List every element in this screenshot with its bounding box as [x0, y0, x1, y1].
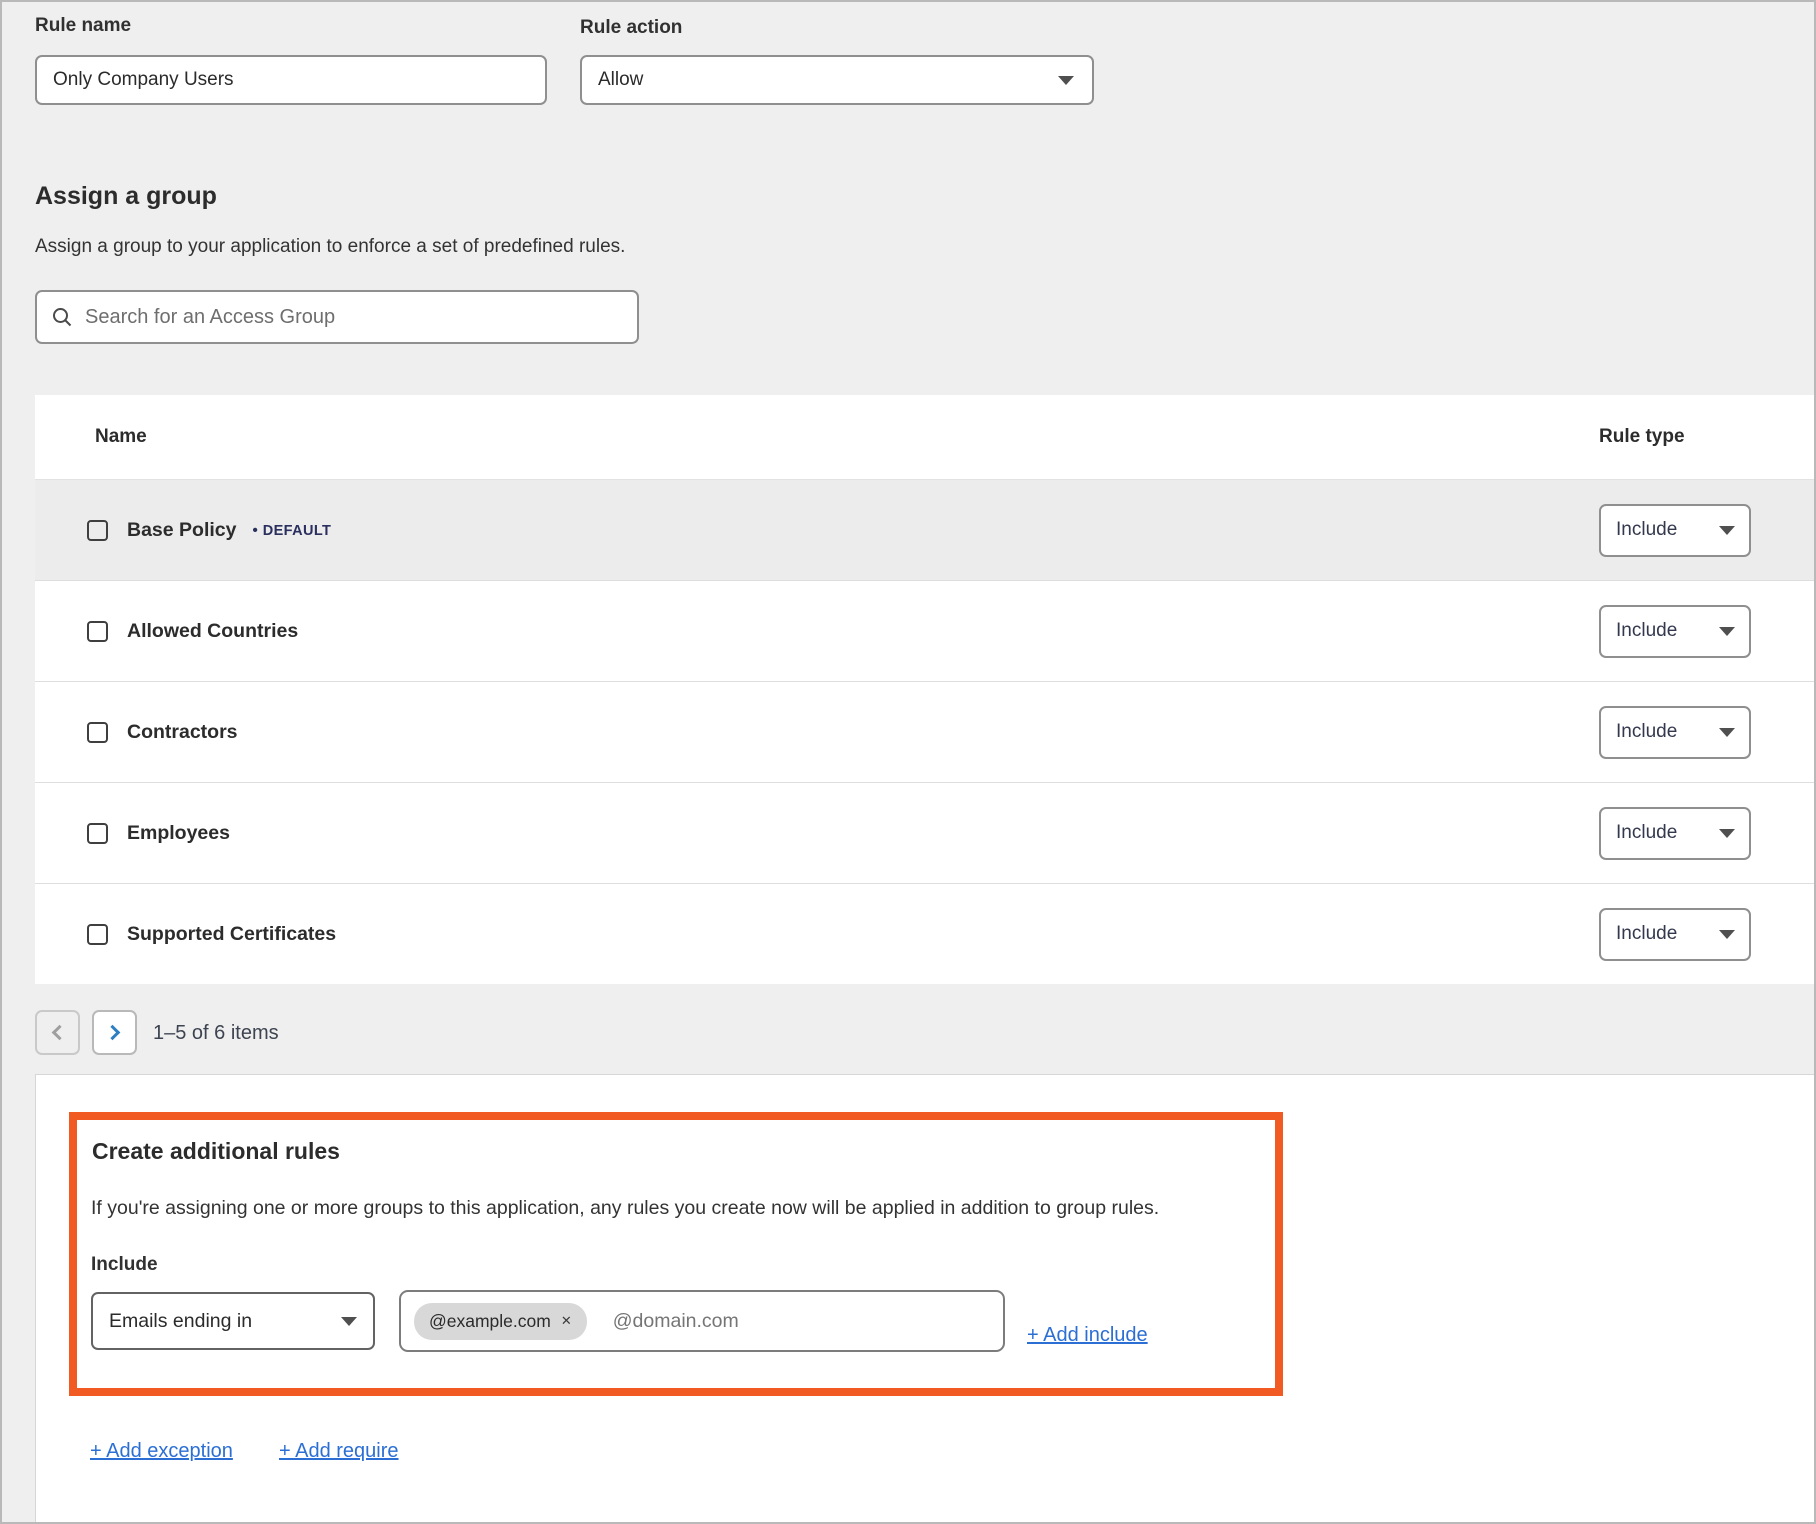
- table-row: Allowed Countries Include: [35, 580, 1814, 681]
- additional-rules-description: If you're assigning one or more groups t…: [91, 1197, 1251, 1220]
- include-label: Include: [91, 1254, 158, 1276]
- chevron-down-icon: [341, 1317, 357, 1326]
- row-checkbox[interactable]: [87, 823, 108, 844]
- rule-type-value: Include: [1616, 822, 1677, 844]
- rule-selector-value: Emails ending in: [109, 1310, 252, 1333]
- rule-selector-dropdown[interactable]: Emails ending in: [91, 1292, 375, 1350]
- email-domain-tag: @example.com ✕: [414, 1303, 587, 1340]
- row-checkbox[interactable]: [87, 722, 108, 743]
- chevron-down-icon: [1719, 930, 1735, 939]
- chevron-down-icon: [1719, 627, 1735, 636]
- column-header-rule-type: Rule type: [1599, 426, 1814, 448]
- add-include-link[interactable]: + Add include: [1027, 1324, 1148, 1347]
- rule-type-dropdown[interactable]: Include: [1599, 908, 1751, 961]
- chevron-down-icon: [1719, 526, 1735, 535]
- assign-group-description: Assign a group to your application to en…: [35, 236, 625, 258]
- rule-type-dropdown[interactable]: Include: [1599, 706, 1751, 759]
- row-checkbox[interactable]: [87, 621, 108, 642]
- rule-action-label: Rule action: [580, 17, 682, 39]
- search-icon: [51, 306, 73, 328]
- group-name: Base Policy: [127, 519, 236, 542]
- rule-name-field: [35, 55, 547, 105]
- table-row: Base Policy DEFAULT Include: [35, 479, 1814, 580]
- access-group-table: Name Rule type Base Policy DEFAULT Inclu…: [35, 395, 1814, 984]
- pagination-prev-button[interactable]: [35, 1010, 80, 1055]
- rule-action-value: Allow: [598, 69, 643, 91]
- rule-name-label: Rule name: [35, 15, 131, 37]
- access-rule-settings-page: Rule name Rule action Allow Assign a gro…: [0, 0, 1816, 1524]
- rule-name-input[interactable]: [37, 57, 545, 103]
- rule-type-value: Include: [1616, 923, 1677, 945]
- chevron-down-icon: [1058, 76, 1074, 85]
- group-name: Supported Certificates: [127, 923, 336, 946]
- group-name: Employees: [127, 822, 230, 845]
- tag-label: @example.com: [429, 1311, 551, 1332]
- default-badge: DEFAULT: [252, 522, 331, 539]
- access-group-search-field: [35, 290, 639, 344]
- row-checkbox[interactable]: [87, 520, 108, 541]
- pagination-range-label: 1–5 of 6 items: [153, 1022, 279, 1045]
- table-row: Supported Certificates Include: [35, 883, 1814, 984]
- add-require-link[interactable]: + Add require: [279, 1440, 399, 1463]
- chevron-right-icon: [105, 1025, 121, 1041]
- rule-type-value: Include: [1616, 519, 1677, 541]
- chevron-down-icon: [1719, 728, 1735, 737]
- pagination-next-button[interactable]: [92, 1010, 137, 1055]
- email-domain-field[interactable]: @example.com ✕: [399, 1290, 1005, 1352]
- email-domain-input[interactable]: [587, 1292, 990, 1350]
- chevron-down-icon: [1719, 829, 1735, 838]
- rule-action-dropdown[interactable]: Allow: [580, 55, 1094, 105]
- add-exception-link[interactable]: + Add exception: [90, 1440, 233, 1463]
- rule-type-dropdown[interactable]: Include: [1599, 504, 1751, 557]
- assign-group-heading: Assign a group: [35, 182, 217, 211]
- rule-type-dropdown[interactable]: Include: [1599, 807, 1751, 860]
- access-group-search-input[interactable]: [73, 292, 623, 342]
- rule-type-dropdown[interactable]: Include: [1599, 605, 1751, 658]
- row-checkbox[interactable]: [87, 924, 108, 945]
- additional-rules-heading: Create additional rules: [92, 1138, 340, 1165]
- column-header-name: Name: [35, 426, 1599, 448]
- chevron-left-icon: [52, 1025, 68, 1041]
- rule-type-value: Include: [1616, 620, 1677, 642]
- table-header-row: Name Rule type: [35, 395, 1814, 479]
- table-row: Employees Include: [35, 782, 1814, 883]
- rule-type-value: Include: [1616, 721, 1677, 743]
- remove-tag-icon[interactable]: ✕: [561, 1313, 572, 1329]
- table-row: Contractors Include: [35, 681, 1814, 782]
- group-name: Contractors: [127, 721, 238, 744]
- group-name: Allowed Countries: [127, 620, 298, 643]
